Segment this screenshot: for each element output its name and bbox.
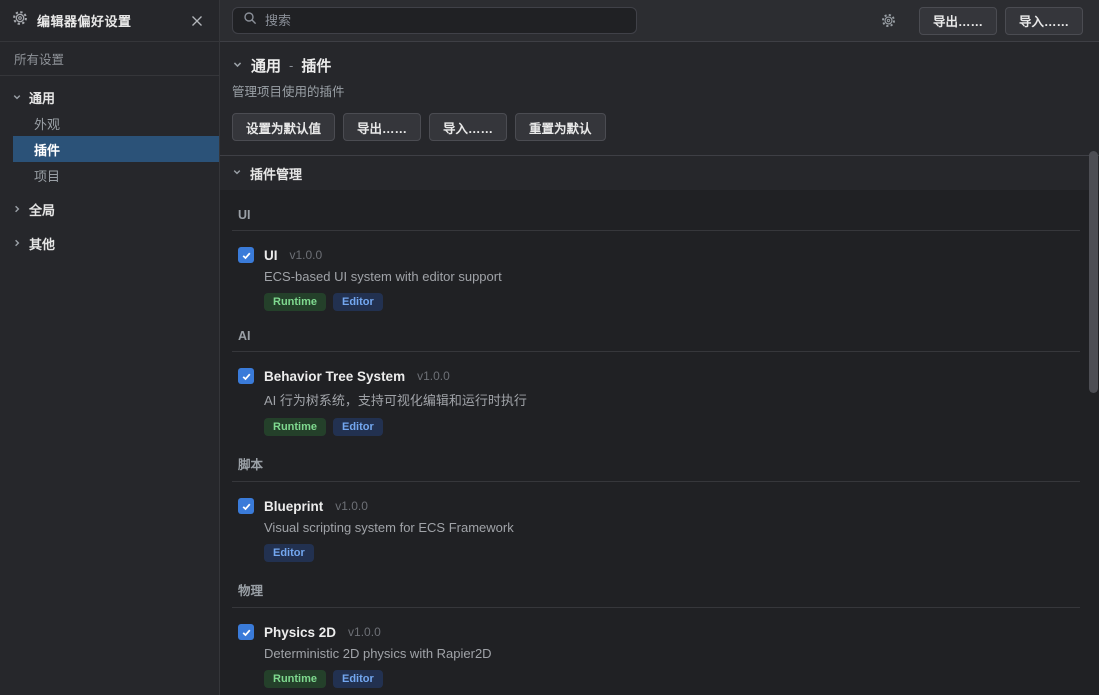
chevron-down-icon	[232, 164, 242, 182]
window-title: 编辑器偏好设置	[37, 11, 132, 30]
plugin-management-section-header[interactable]: 插件管理	[220, 155, 1099, 190]
search-box	[232, 7, 637, 34]
tree-item-appearance[interactable]: 外观	[0, 110, 219, 136]
plugin-tag-runtime: Runtime	[264, 670, 326, 688]
reset-to-default-button[interactable]: 重置为默认	[515, 113, 606, 141]
tree-item-label: 其他	[29, 234, 55, 253]
plugin-tag-runtime: Runtime	[264, 293, 326, 311]
plugin-version: v1.0.0	[417, 369, 450, 383]
breadcrumb: 通用 - 插件	[232, 55, 1087, 76]
plugin-entry: Blueprint v1.0.0 Visual scripting system f…	[232, 498, 1080, 562]
search-input[interactable]	[265, 13, 626, 28]
export-settings-button[interactable]: 导出……	[343, 113, 421, 141]
plugin-enabled-checkbox[interactable]	[238, 247, 254, 263]
plugin-group-label: 脚本	[232, 454, 1080, 482]
vertical-scrollbar[interactable]	[1089, 151, 1098, 393]
plugin-name: Behavior Tree System	[264, 369, 405, 384]
plugin-description: Deterministic 2D physics with Rapier2D	[264, 646, 1080, 661]
breadcrumb-section: 通用	[251, 55, 281, 76]
tree-item-label: 插件	[34, 140, 60, 159]
plugin-group-label: AI	[232, 329, 1080, 352]
plugin-enabled-checkbox[interactable]	[238, 498, 254, 514]
export-button[interactable]: 导出……	[919, 7, 997, 35]
plugin-description: AI 行为树系统，支持可视化编辑和运行时执行	[264, 390, 1080, 409]
chevron-right-icon	[12, 236, 22, 251]
import-settings-button[interactable]: 导入……	[429, 113, 507, 141]
plugin-entry: Behavior Tree System v1.0.0 AI 行为树系统，支持可视化…	[232, 368, 1080, 436]
plugin-name: UI	[264, 248, 278, 263]
plugin-tags: Editor	[264, 544, 1080, 562]
plugin-description: Visual scripting system for ECS Framewor…	[264, 520, 1080, 535]
close-icon[interactable]	[187, 11, 207, 31]
plugin-description: ECS-based UI system with editor support	[264, 269, 1080, 284]
chevron-right-icon	[12, 202, 22, 217]
plugin-group-label: 物理	[232, 580, 1080, 608]
plugin-version: v1.0.0	[290, 248, 323, 262]
plugin-list: UI UI v1.0.0 ECS-based UI system with edito…	[220, 208, 1099, 695]
tree-item-project[interactable]: 项目	[0, 162, 219, 188]
plugin-entry-head: UI v1.0.0	[238, 247, 1080, 263]
plugin-name: Blueprint	[264, 499, 323, 514]
page-header: 通用 - 插件 管理项目使用的插件 设置为默认值 导出…… 导入…… 重置为默认	[220, 42, 1099, 155]
sidebar: 编辑器偏好设置 所有设置 通用 外观 插件 项目 全局	[0, 0, 220, 695]
plugin-group-label: UI	[232, 208, 1080, 231]
tree-item-label: 外观	[34, 114, 60, 133]
plugin-entry-head: Behavior Tree System v1.0.0	[238, 368, 1080, 384]
chevron-down-icon	[12, 90, 22, 105]
tree-item-label: 全局	[29, 200, 55, 219]
tree-item-label: 项目	[34, 166, 60, 185]
tree-item-plugins[interactable]: 插件	[13, 136, 219, 162]
plugin-tags: Runtime Editor	[264, 418, 1080, 436]
plugin-enabled-checkbox[interactable]	[238, 368, 254, 384]
plugin-tags: Runtime Editor	[264, 670, 1080, 688]
tree-item-global[interactable]: 全局	[0, 196, 219, 222]
main-content: 通用 - 插件 管理项目使用的插件 设置为默认值 导出…… 导入…… 重置为默认…	[220, 42, 1099, 695]
gear-icon	[12, 10, 28, 31]
breadcrumb-page: 插件	[301, 55, 331, 76]
section-title: 插件管理	[250, 164, 302, 183]
action-buttons: 设置为默认值 导出…… 导入…… 重置为默认	[232, 113, 1087, 155]
tree-item-other[interactable]: 其他	[0, 230, 219, 256]
plugin-tag-editor: Editor	[333, 670, 383, 688]
settings-tree: 通用 外观 插件 项目 全局 其他	[0, 76, 219, 256]
sidebar-header: 编辑器偏好设置	[0, 0, 219, 42]
tree-item-general[interactable]: 通用	[0, 84, 219, 110]
preferences-window: 编辑器偏好设置 所有设置 通用 外观 插件 项目 全局	[0, 0, 1099, 695]
topbar: 导出…… 导入……	[220, 0, 1099, 42]
all-settings-label: 所有设置	[0, 42, 219, 76]
page-subtitle: 管理项目使用的插件	[232, 81, 1087, 100]
plugin-entry: UI v1.0.0 ECS-based UI system with editor …	[232, 247, 1080, 311]
plugin-entry-head: Physics 2D v1.0.0	[238, 624, 1080, 640]
plugin-tag-editor: Editor	[333, 293, 383, 311]
search-icon	[243, 11, 257, 30]
settings-gear-icon[interactable]	[878, 10, 900, 32]
plugin-tag-editor: Editor	[264, 544, 314, 562]
plugin-tags: Runtime Editor	[264, 293, 1080, 311]
plugin-tag-editor: Editor	[333, 418, 383, 436]
plugin-version: v1.0.0	[335, 499, 368, 513]
set-as-default-button[interactable]: 设置为默认值	[232, 113, 335, 141]
plugin-entry-head: Blueprint v1.0.0	[238, 498, 1080, 514]
plugin-enabled-checkbox[interactable]	[238, 624, 254, 640]
import-button[interactable]: 导入……	[1005, 7, 1083, 35]
plugin-version: v1.0.0	[348, 625, 381, 639]
tree-item-label: 通用	[29, 88, 55, 107]
chevron-down-icon[interactable]	[232, 57, 243, 75]
plugin-tag-runtime: Runtime	[264, 418, 326, 436]
breadcrumb-separator: -	[289, 58, 293, 73]
plugin-name: Physics 2D	[264, 625, 336, 640]
plugin-entry: Physics 2D v1.0.0 Deterministic 2D physics…	[232, 624, 1080, 688]
